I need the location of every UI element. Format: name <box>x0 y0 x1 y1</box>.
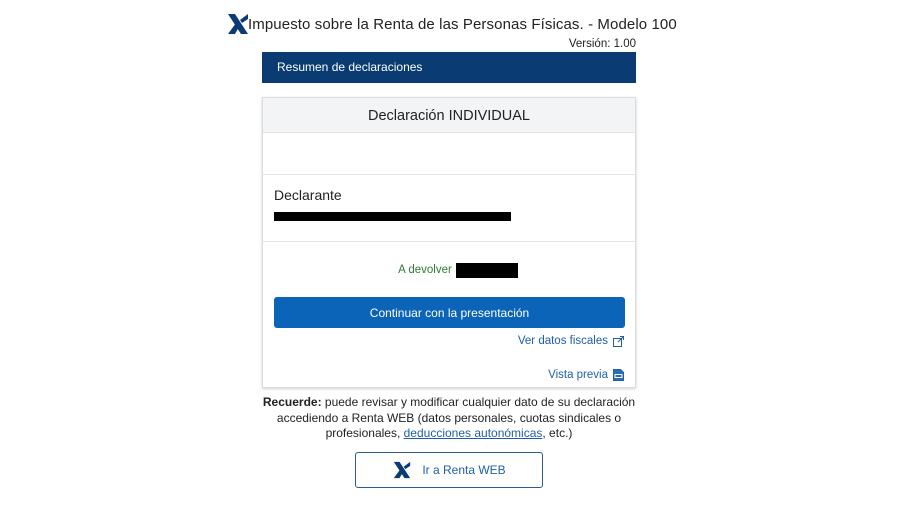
redacted-refund-amount <box>455 262 518 278</box>
preview-label: Vista previa <box>548 369 608 381</box>
declarant-section: Declarante <box>263 175 635 242</box>
reminder-text: Recuerde: puede revisar y modificar cual… <box>262 395 636 442</box>
autonomic-deductions-link[interactable]: deducciones autonómicas <box>404 426 543 440</box>
refund-row: A devolver <box>263 261 635 279</box>
external-link-icon <box>613 335 624 347</box>
declaration-card: Declaración INDIVIDUAL Declarante A devo… <box>262 97 636 388</box>
aeat-logo-icon <box>226 12 250 36</box>
reminder-text-2: , etc.) <box>542 426 573 440</box>
view-fiscal-data-label: Ver datos fiscales <box>517 335 608 347</box>
view-fiscal-data-link[interactable]: Ver datos fiscales <box>518 335 624 347</box>
preview-link[interactable]: Vista previa <box>548 369 624 381</box>
card-empty-row <box>263 133 635 175</box>
page-header: Impuesto sobre la Renta de las Personas … <box>226 12 677 36</box>
page-title: Impuesto sobre la Renta de las Personas … <box>248 15 677 33</box>
refund-label: A devolver <box>398 264 452 276</box>
pdf-icon <box>613 369 624 381</box>
page: Impuesto sobre la Renta de las Personas … <box>0 0 900 506</box>
declaration-type-title: Declaración INDIVIDUAL <box>263 98 635 133</box>
reminder-bold: Recuerde: <box>262 395 322 409</box>
version-label: Versión: 1.00 <box>568 38 636 50</box>
aeat-logo-icon <box>394 461 411 479</box>
summary-bar: Resumen de declaraciones <box>262 52 636 83</box>
declarant-label: Declarante <box>274 187 342 203</box>
redacted-declarant-name <box>274 212 511 221</box>
go-to-renta-web-label: Ir a Renta WEB <box>422 463 506 477</box>
go-to-renta-web-button[interactable]: Ir a Renta WEB <box>355 452 543 488</box>
continue-presentation-button[interactable]: Continuar con la presentación <box>274 297 625 328</box>
